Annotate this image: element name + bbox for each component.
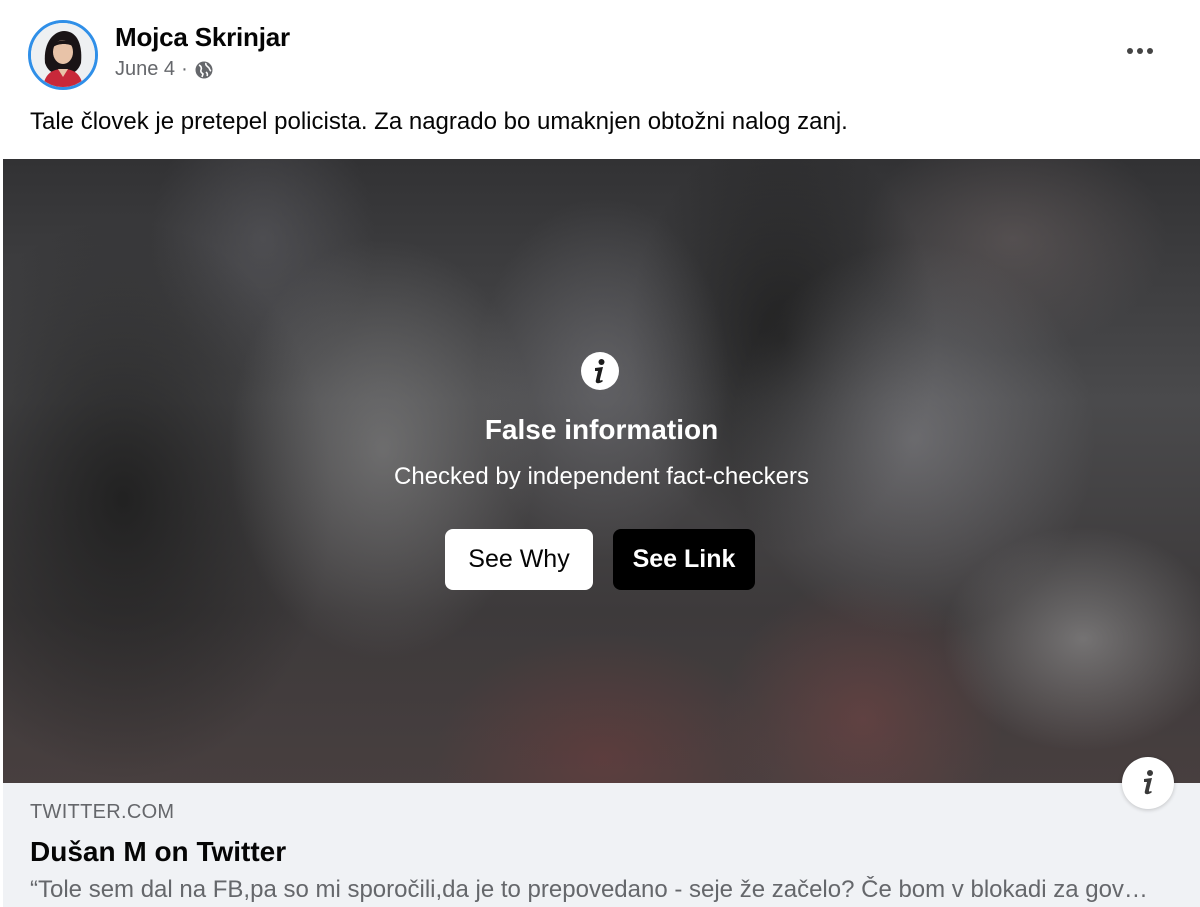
post-meta: June 4 · — [115, 58, 214, 81]
link-title[interactable]: Dušan M on Twitter — [30, 836, 286, 868]
post-text: Tale človek je pretepel policista. Za na… — [30, 108, 848, 135]
info-icon — [1144, 770, 1153, 795]
link-preview[interactable]: TWITTER.COM Dušan M on Twitter “Tole sem… — [3, 783, 1200, 907]
link-description: “Tole sem dal na FB,pa so mi sporočili,d… — [30, 876, 1160, 903]
warning-title: False information — [484, 414, 719, 445]
post-media[interactable]: False information Checked by independent… — [3, 159, 1200, 783]
see-why-button[interactable]: See Why — [445, 529, 593, 590]
see-link-button[interactable]: See Link — [613, 529, 755, 590]
meta-separator: · — [181, 58, 188, 80]
link-info-button[interactable] — [1122, 757, 1174, 809]
avatar-image — [31, 23, 95, 87]
warning-subtitle: Checked by independent fact-checkers — [394, 463, 809, 490]
info-icon — [581, 352, 619, 390]
more-options-button[interactable] — [1120, 34, 1160, 68]
fact-check-overlay: False information Checked by independent… — [3, 159, 1200, 783]
post-header: Mojca Skrinjar June 4 · — [0, 0, 1200, 100]
author-name[interactable]: Mojca Skrinjar — [115, 22, 290, 53]
post-date[interactable]: June 4 — [115, 58, 175, 81]
link-domain: TWITTER.COM — [30, 801, 175, 823]
globe-icon — [195, 61, 213, 78]
more-options-icon — [1127, 48, 1133, 54]
avatar[interactable] — [28, 20, 98, 90]
